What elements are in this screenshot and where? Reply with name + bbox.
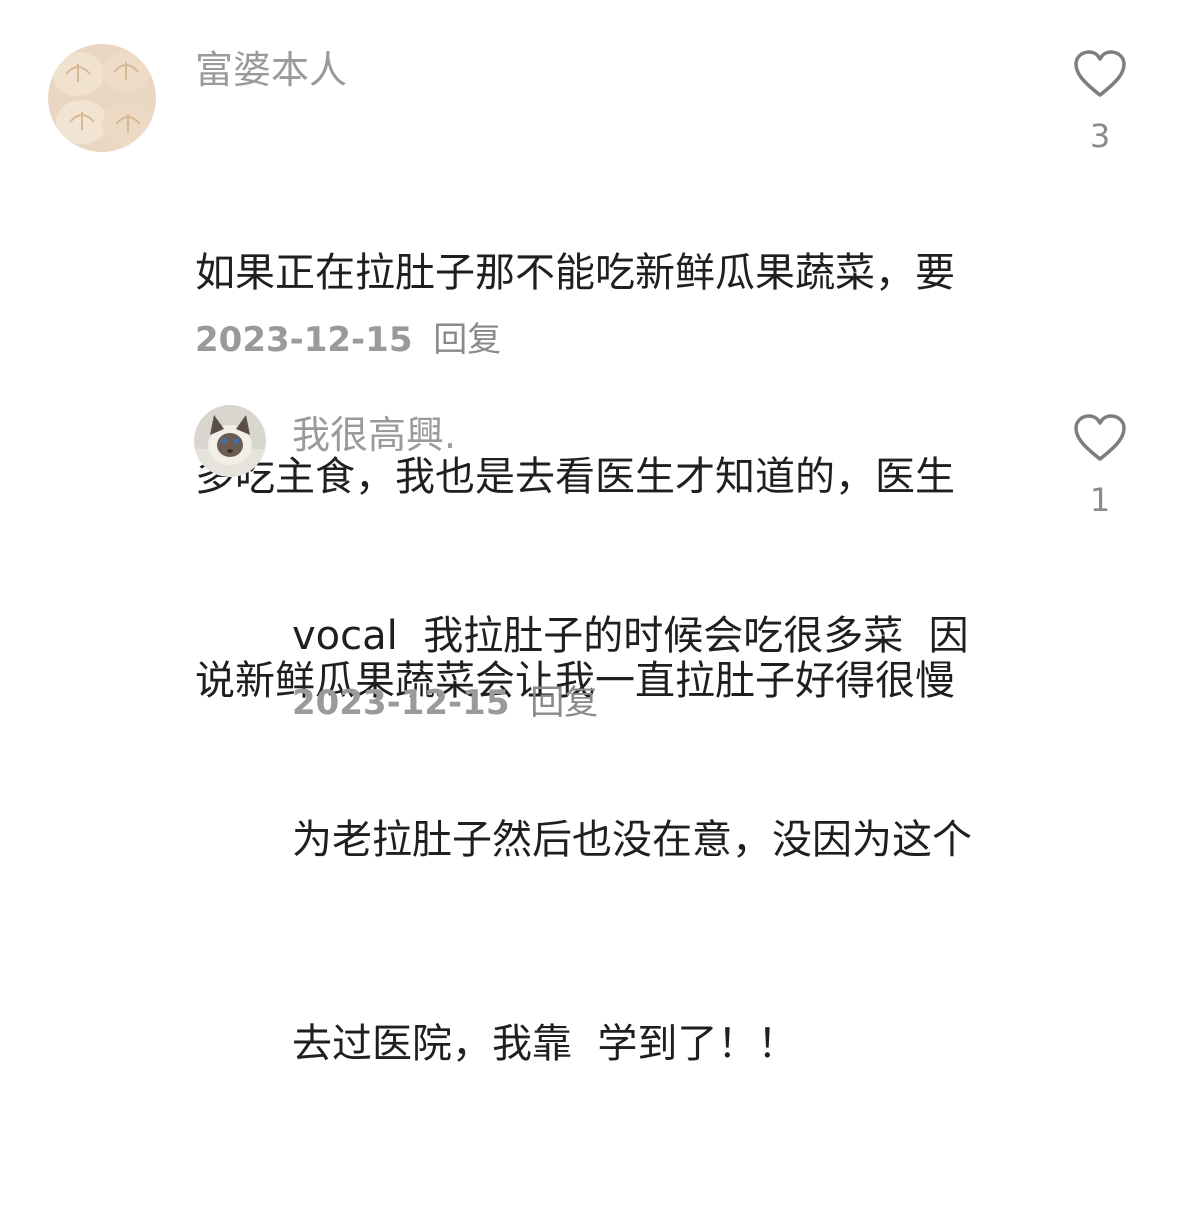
like-count: 1 [1089,481,1111,519]
comment-line: 如果正在拉肚子那不能吃新鲜瓜果蔬菜，要 [195,250,955,296]
comment-meta: 2023-12-15 回复 [292,683,598,723]
avatar[interactable] [48,44,156,152]
heart-outline-icon [1074,50,1126,97]
avatar[interactable] [194,405,266,477]
like-button[interactable] [1072,48,1128,100]
heart-outline-icon [1074,414,1126,461]
reply-button[interactable]: 回复 [433,320,501,360]
comment-text: vocal 我拉肚子的时候会吃很多菜 因 为老拉肚子然后也没在意，没因为这个 去… [292,466,1052,1214]
comment-line: vocal 我拉肚子的时候会吃很多菜 因 [292,613,969,659]
dumpling-avatar-icon [48,44,156,152]
reply-button[interactable]: 回复 [530,683,598,723]
comment-line: 去过医院，我靠 学到了！！ [292,1021,798,1067]
comment-date: 2023-12-15 [292,683,510,723]
username[interactable]: 我很高興. [292,413,456,457]
comment-line: 为老拉肚子然后也没在意，没因为这个 [292,817,972,863]
username[interactable]: 富婆本人 [195,48,347,92]
cat-avatar-icon [194,405,266,477]
comment-meta: 2023-12-15 回复 [195,320,501,360]
like-count: 3 [1089,117,1111,155]
comment-date: 2023-12-15 [195,320,413,360]
like-button[interactable] [1072,412,1128,464]
